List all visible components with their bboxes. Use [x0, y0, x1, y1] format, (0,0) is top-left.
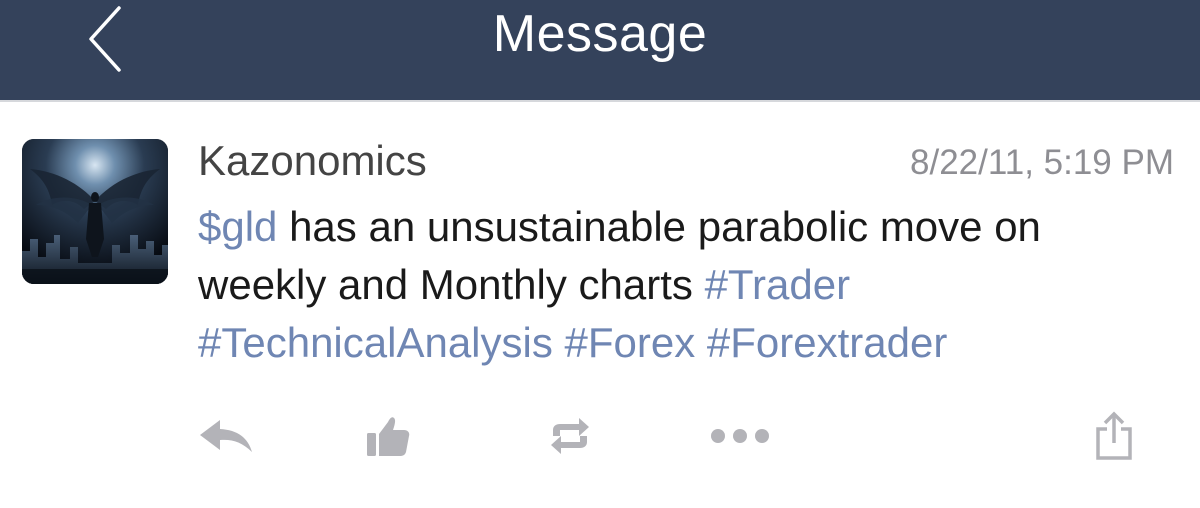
- avatar[interactable]: [22, 139, 168, 284]
- author-name[interactable]: Kazonomics: [198, 136, 427, 186]
- share-button[interactable]: [1086, 405, 1142, 467]
- action-bar: [0, 405, 1200, 467]
- thumbs-up-icon: [367, 417, 410, 456]
- message-screen: Message Kazonomics 8/22/11, 5:19 PM $gld…: [0, 0, 1200, 508]
- page-title: Message: [492, 5, 708, 63]
- reply-button[interactable]: [190, 405, 262, 467]
- message-text: [553, 319, 565, 366]
- hashtag-link[interactable]: #Forextrader: [707, 319, 947, 366]
- like-button[interactable]: [358, 405, 418, 467]
- message-body: $gld has an unsustainable parabolic move…: [198, 198, 1178, 372]
- hashtag-link[interactable]: #TechnicalAnalysis: [198, 319, 553, 366]
- hashtag-link[interactable]: #Trader: [705, 261, 851, 308]
- repost-icon: [551, 418, 589, 454]
- share-icon: [1096, 411, 1132, 460]
- reply-icon: [200, 420, 252, 452]
- navigation-bar: Message: [0, 0, 1200, 102]
- cashtag-link[interactable]: $gld: [198, 203, 277, 250]
- more-button[interactable]: [700, 405, 780, 467]
- hashtag-link[interactable]: #Forex: [565, 319, 696, 366]
- message-text: has an unsustainable parabolic move on w…: [198, 203, 1041, 308]
- winged-figure-avatar: [22, 139, 168, 284]
- repost-button[interactable]: [540, 405, 600, 467]
- timestamp: 8/22/11, 5:19 PM: [910, 143, 1174, 182]
- message-text: [695, 319, 707, 366]
- more-dots-icon: [711, 429, 769, 443]
